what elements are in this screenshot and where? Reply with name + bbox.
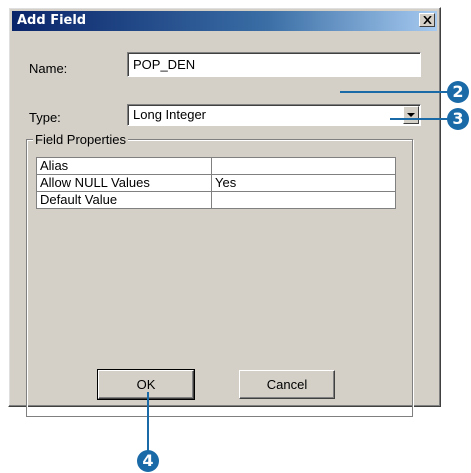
property-value[interactable] (211, 191, 396, 209)
table-row[interactable]: Default Value (36, 191, 396, 209)
callout-4-leader (147, 392, 149, 452)
table-row[interactable]: Allow NULL Values Yes (36, 174, 396, 192)
type-dropdown-button[interactable] (403, 106, 419, 124)
field-properties-table: Alias Allow NULL Values Yes Default Valu… (36, 157, 396, 209)
type-select[interactable]: Long Integer (127, 104, 421, 126)
property-value[interactable]: Yes (211, 174, 396, 192)
cancel-button[interactable]: Cancel (239, 370, 335, 399)
callout-step-2: 2 (447, 81, 469, 103)
property-name: Alias (36, 157, 212, 175)
name-input-value: POP_DEN (133, 57, 196, 72)
ok-button[interactable]: OK (97, 369, 195, 400)
field-properties-group: Field Properties Alias Allow NULL Values… (26, 132, 413, 417)
property-name: Allow NULL Values (36, 174, 212, 192)
title-bar: Add Field (12, 11, 437, 31)
close-icon (423, 16, 432, 24)
field-properties-legend: Field Properties (33, 132, 129, 147)
name-label: Name: (29, 61, 68, 76)
type-select-value: Long Integer (133, 107, 207, 122)
close-button[interactable] (419, 13, 435, 27)
callout-3-leader (390, 118, 450, 120)
callout-2-leader (340, 91, 448, 93)
callout-step-3: 3 (447, 108, 469, 130)
name-input[interactable]: POP_DEN (127, 52, 421, 77)
dialog-title: Add Field (17, 13, 87, 28)
property-name: Default Value (36, 191, 212, 209)
table-row[interactable]: Alias (36, 157, 396, 175)
callout-step-4: 4 (137, 450, 159, 472)
add-field-dialog: Add Field Name: POP_DEN Type: Long Integ… (8, 7, 441, 417)
type-label: Type: (29, 110, 61, 125)
property-value[interactable] (211, 157, 396, 175)
page: Add Field Name: POP_DEN Type: Long Integ… (0, 0, 471, 473)
